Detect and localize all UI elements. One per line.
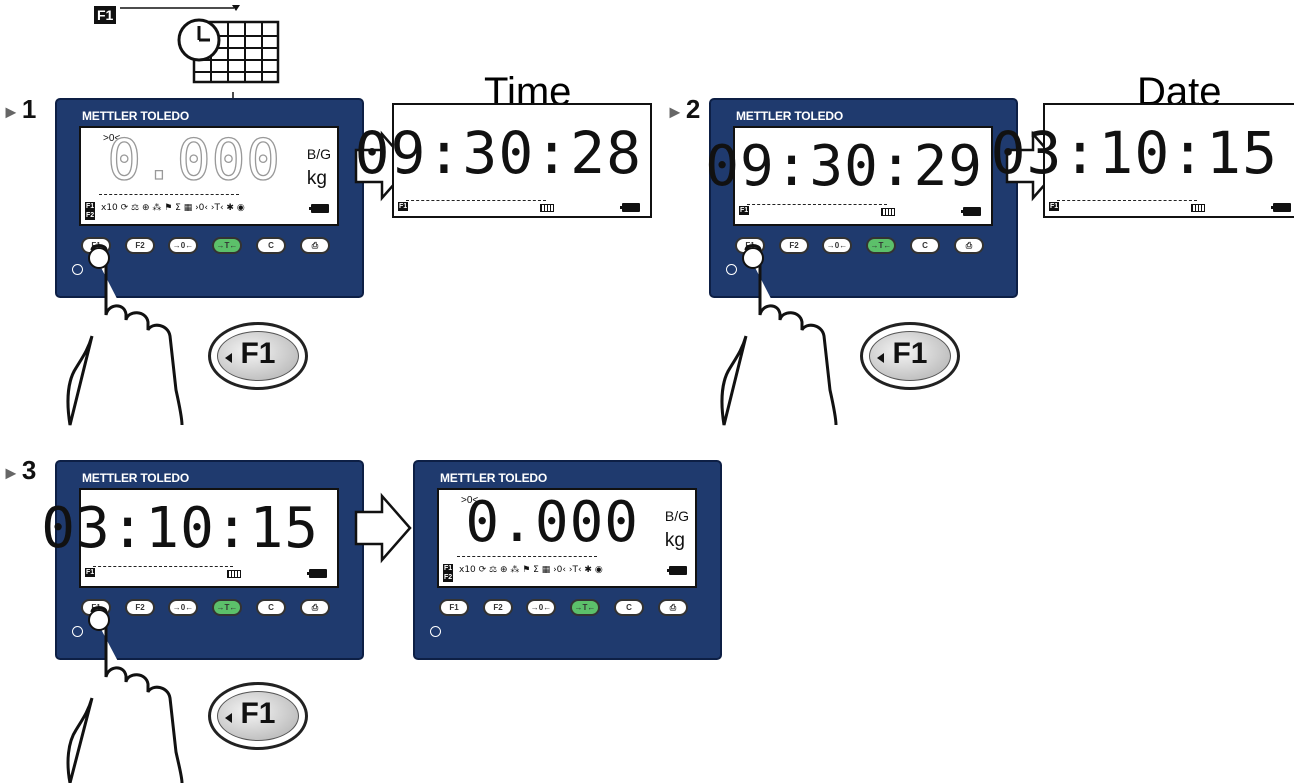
print-key[interactable]: ⎙ — [300, 237, 330, 254]
battery-icon — [961, 207, 981, 216]
f1-indicator: F1 — [85, 202, 96, 211]
battery-icon — [620, 203, 640, 212]
power-icon[interactable] — [430, 626, 441, 637]
clock-mini-icon — [1191, 204, 1205, 212]
hand-icon — [720, 244, 838, 426]
f1-key-callout: F1 — [208, 682, 308, 750]
f1-bar — [99, 194, 239, 195]
clear-key[interactable]: C — [256, 599, 286, 616]
print-key[interactable]: ⎙ — [658, 599, 688, 616]
f1-bar — [93, 566, 233, 567]
clear-key[interactable]: C — [256, 237, 286, 254]
zero-key[interactable]: →0← — [526, 599, 556, 616]
date-readout: 03:10:15 — [990, 119, 1278, 187]
brand-logo: METTLER TOLEDO — [82, 471, 189, 485]
terminal-display: 09:30:29 F1 — [705, 126, 993, 226]
step-1-label: ►1 — [2, 94, 37, 124]
clear-key[interactable]: C — [910, 237, 940, 254]
clear-key[interactable]: C — [614, 599, 644, 616]
arrow-right-icon — [354, 492, 412, 564]
terminal-display: >0< 0.000 B/G kg F1 F2 x10 ⟳ ⚖ ⊕ ⁂ ⚑ Σ ▦… — [79, 126, 339, 226]
battery-icon — [667, 566, 687, 575]
unit-bg: B/G — [306, 146, 331, 162]
f2-indicator: F2 — [85, 211, 96, 220]
battery-icon — [307, 569, 327, 578]
unit-kg: kg — [664, 530, 685, 551]
print-key[interactable]: ⎙ — [300, 599, 330, 616]
unit-kg: kg — [306, 168, 327, 189]
tare-key[interactable]: →T← — [866, 237, 896, 254]
time-readout: 09:30:28 — [354, 119, 642, 187]
f2-indicator: F2 — [443, 573, 454, 582]
time-display: 09:30:28 F1 — [355, 103, 652, 218]
step-2-label: ►2 — [666, 94, 701, 124]
battery-icon — [1271, 203, 1291, 212]
tare-key[interactable]: →T← — [212, 237, 242, 254]
f1-indicator: F1 — [85, 568, 96, 577]
weight-readout: 0.000 — [465, 490, 639, 555]
f1-tag-top: F1 — [94, 6, 117, 24]
date-readout: 03:10:15 — [41, 496, 319, 561]
print-key[interactable]: ⎙ — [954, 237, 984, 254]
hand-icon — [66, 244, 184, 426]
terminal-display: 03:10:15 F1 — [41, 488, 339, 588]
f1-indicator: F1 — [739, 206, 750, 215]
tare-key[interactable]: →T← — [570, 599, 600, 616]
step-3-label: ►3 — [2, 455, 37, 485]
brand-logo: METTLER TOLEDO — [736, 109, 843, 123]
time-readout: 09:30:29 — [705, 134, 983, 199]
terminal-display: >0< 0.000 B/G kg F1 F2 x10 ⟳ ⚖ ⊕ ⁂ ⚑ Σ ▦… — [437, 488, 697, 588]
f2-key[interactable]: F2 — [483, 599, 513, 616]
tare-key[interactable]: →T← — [212, 599, 242, 616]
status-icons: x10 ⟳ ⚖ ⊕ ⁂ ⚑ Σ ▦ ›0‹ ›T‹ ✱ ◉ — [459, 565, 603, 575]
f1-key-callout: F1 — [860, 322, 960, 390]
f1-bar — [457, 556, 597, 557]
terminal-final: METTLER TOLEDO >0< 0.000 B/G kg F1 F2 x1… — [413, 460, 722, 660]
hand-icon — [66, 606, 184, 783]
f1-bar — [406, 200, 546, 201]
brand-logo: METTLER TOLEDO — [440, 471, 547, 485]
f1-bar — [747, 204, 887, 205]
battery-icon — [309, 204, 329, 213]
f1-indicator: F1 — [1049, 202, 1060, 211]
unit-bg: B/G — [664, 508, 689, 524]
clock-mini-icon — [540, 204, 554, 212]
f1-bar — [1057, 200, 1197, 201]
status-icons: x10 ⟳ ⚖ ⊕ ⁂ ⚑ Σ ▦ ›0‹ ›T‹ ✱ ◉ — [101, 203, 245, 213]
date-display: 03:10:15 F1 — [991, 103, 1294, 218]
f1-indicator: F1 — [443, 564, 454, 573]
f1-key-callout: F1 — [208, 322, 308, 390]
f1-key[interactable]: F1 — [439, 599, 469, 616]
clock-mini-icon — [227, 570, 241, 578]
brand-logo: METTLER TOLEDO — [82, 109, 189, 123]
weight-readout: 0.000 — [107, 127, 281, 193]
f1-indicator: F1 — [398, 202, 409, 211]
clock-mini-icon — [881, 208, 895, 216]
